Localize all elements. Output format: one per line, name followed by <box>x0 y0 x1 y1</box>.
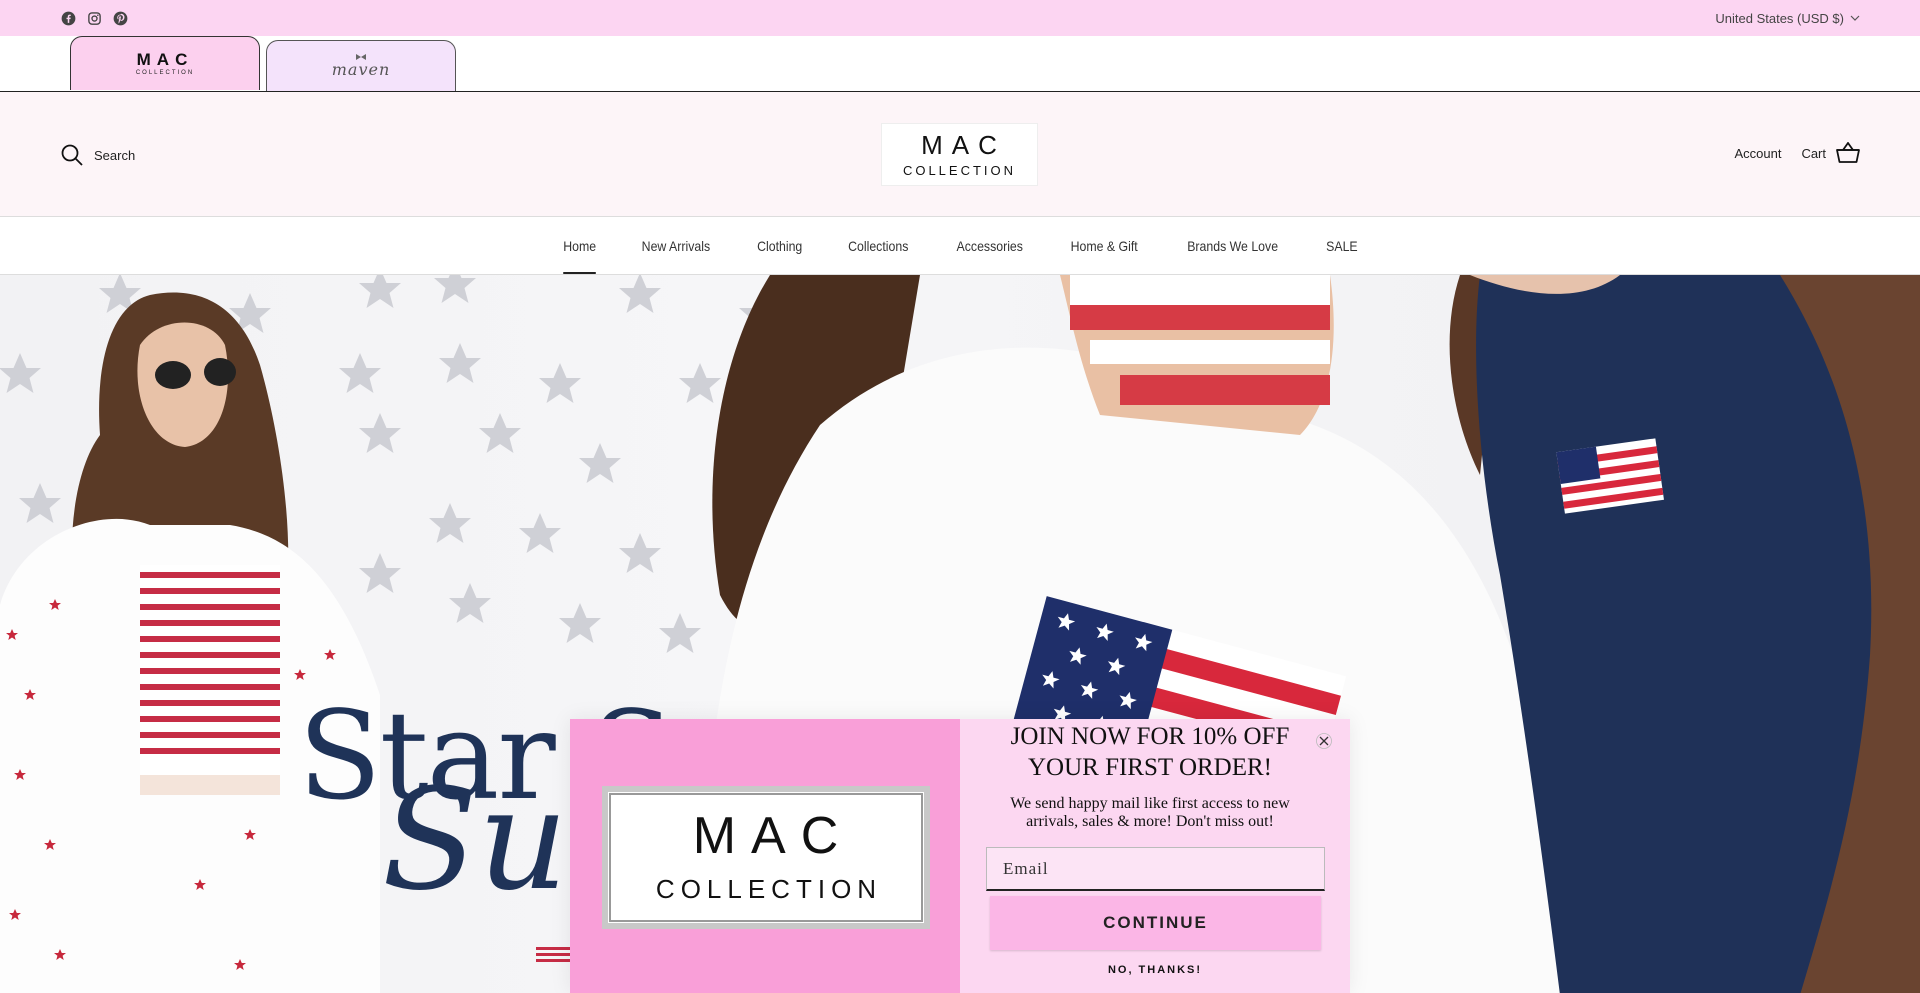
popup-logo-sub: COLLECTION <box>655 874 883 904</box>
search-button[interactable]: Search <box>60 143 135 167</box>
pinterest-icon[interactable] <box>112 10 128 26</box>
popup-heading: JOIN NOW FOR 10% OFF YOUR FIRST ORDER! <box>1010 723 1290 781</box>
popup-brand-panel: MAC COLLECTION <box>570 719 960 993</box>
site-header: Search MAC COLLECTION Account Cart <box>0 92 1920 217</box>
nav-home-gift[interactable]: Home & Gift <box>1071 218 1138 274</box>
currency-label: United States (USD $) <box>1715 10 1844 26</box>
nav-sale[interactable]: SALE <box>1326 218 1358 274</box>
cart-link[interactable]: Cart <box>1801 142 1860 164</box>
site-logo[interactable]: MAC COLLECTION <box>881 123 1038 186</box>
social-links <box>60 10 128 26</box>
popup-logo-main: MAC <box>692 807 854 865</box>
nav-collections[interactable]: Collections <box>848 218 908 274</box>
tab-logo-maven: maven <box>331 59 391 79</box>
search-label: Search <box>94 147 136 163</box>
store-switcher: MAC COLLECTION maven <box>0 36 1920 92</box>
currency-selector[interactable]: United States (USD $) <box>1715 11 1860 26</box>
no-thanks-button[interactable]: NO, THANKS! <box>960 964 1350 976</box>
nav-new-arrivals[interactable]: New Arrivals <box>642 218 710 274</box>
continue-button[interactable]: CONTINUE <box>990 896 1321 950</box>
main-navigation: Home New Arrivals Clothing Collections A… <box>0 217 1920 275</box>
popup-form-panel: JOIN NOW FOR 10% OFF YOUR FIRST ORDER! W… <box>960 719 1350 993</box>
chevron-down-icon <box>1850 15 1860 21</box>
nav-home[interactable]: Home <box>562 218 597 274</box>
header-actions: Account Cart <box>1734 142 1860 164</box>
logo-sub: COLLECTION <box>902 162 1017 178</box>
nav-accessories[interactable]: Accessories <box>956 218 1022 274</box>
facebook-icon[interactable] <box>60 10 76 26</box>
logo-main: MAC <box>921 129 1006 160</box>
cart-basket-icon <box>1836 142 1860 163</box>
tab-logo-sub: COLLECTION <box>135 70 195 76</box>
store-tab-maven[interactable]: maven <box>266 40 456 91</box>
email-field[interactable] <box>986 847 1325 891</box>
cart-label: Cart <box>1801 145 1826 161</box>
model-left <box>0 292 380 993</box>
account-link[interactable]: Account <box>1734 146 1781 161</box>
announcement-bar: United States (USD $) <box>0 0 1920 36</box>
popup-logo: MAC COLLECTION <box>602 786 930 929</box>
nav-clothing[interactable]: Clothing <box>757 218 802 274</box>
nav-brands-we-love[interactable]: Brands We Love <box>1188 218 1279 274</box>
newsletter-popup: MAC COLLECTION JOIN NOW FOR 10% OFF YOUR… <box>570 719 1350 993</box>
hero-title-line2: Su <box>382 759 569 922</box>
store-tab-mac-collection[interactable]: MAC COLLECTION <box>70 36 260 90</box>
search-icon <box>61 144 83 166</box>
decorative-stripes <box>536 947 572 962</box>
popup-body: We send happy mail like first access to … <box>1010 795 1290 830</box>
tab-logo-main: MAC <box>136 50 194 69</box>
instagram-icon[interactable] <box>86 10 102 26</box>
